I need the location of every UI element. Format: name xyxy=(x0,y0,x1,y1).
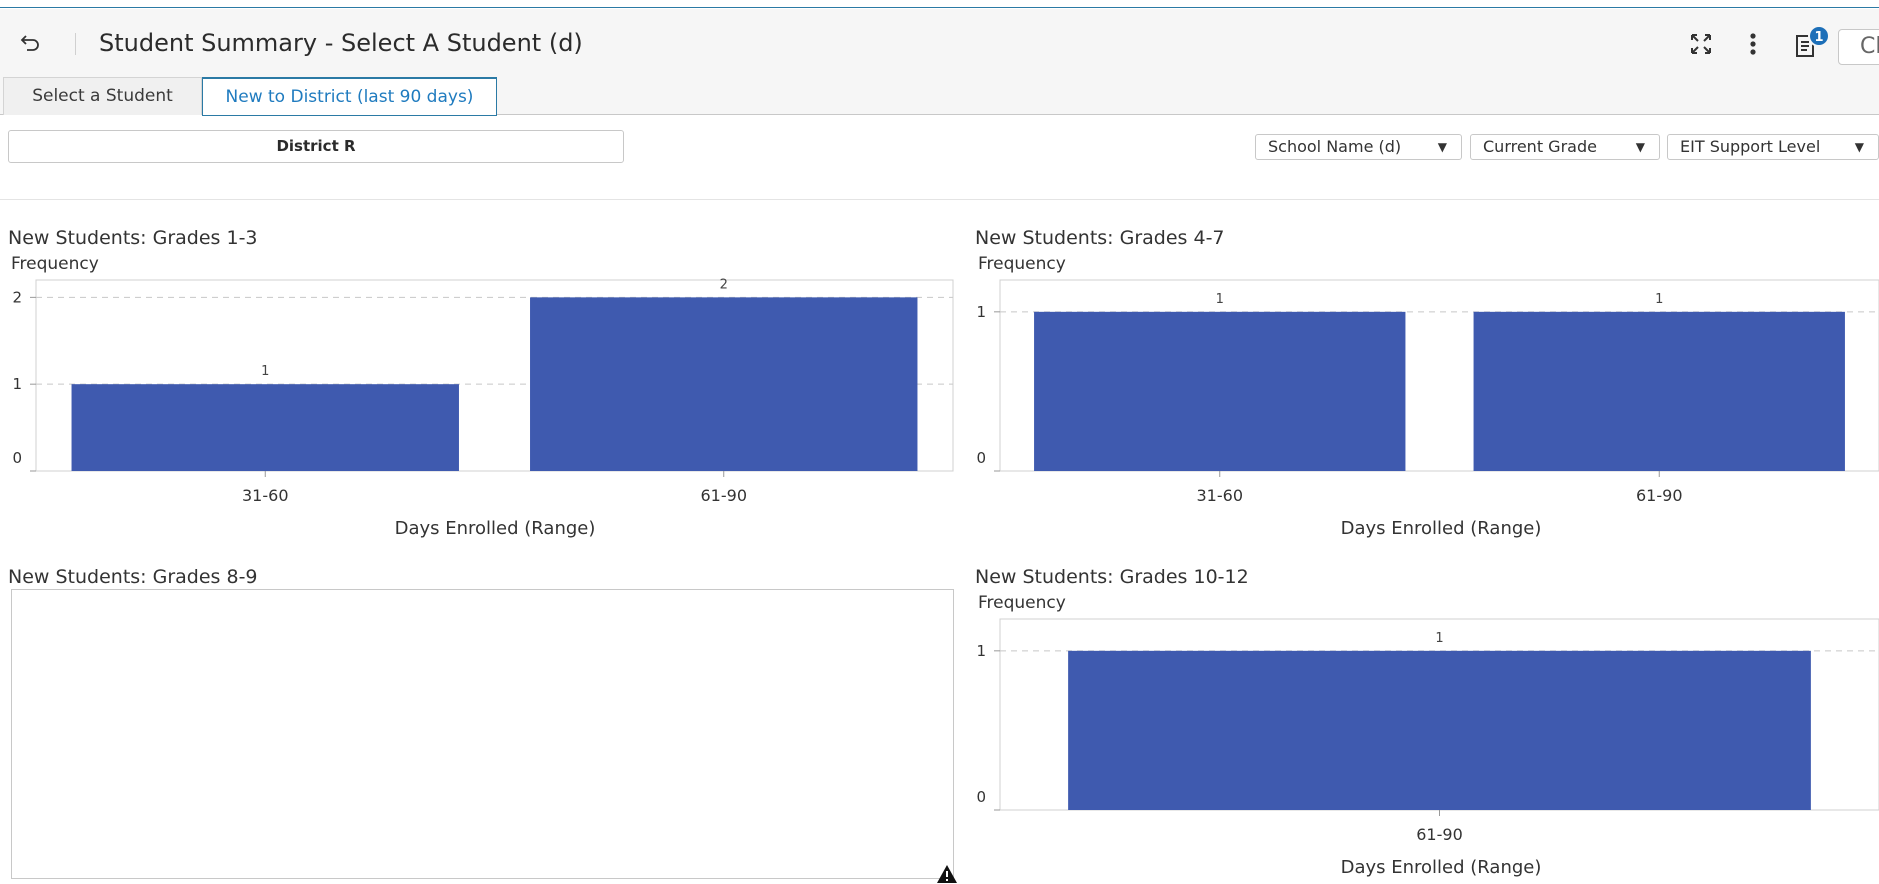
x-tick-label: 31-60 xyxy=(1197,486,1244,505)
y-tick-label: 0 xyxy=(976,449,986,467)
expand-icon xyxy=(1691,34,1711,54)
district-filter[interactable]: District R xyxy=(8,130,624,163)
y-tick-label: 0 xyxy=(12,449,22,467)
bar-chart-grades-4-7: 0 1 1 31-60 1 61-90 xyxy=(976,279,1879,505)
y-tick-label: 1 xyxy=(12,375,22,393)
tab-new-to-district[interactable]: New to District (last 90 days) xyxy=(202,77,497,116)
y-axis-label: Frequency xyxy=(978,593,1066,613)
bar xyxy=(1473,311,1845,471)
y-tick-label: 1 xyxy=(976,642,986,660)
top-border xyxy=(0,0,1879,8)
more-options-button[interactable] xyxy=(1740,31,1766,57)
y-axis-label: Frequency xyxy=(11,254,99,274)
data-label: 1 xyxy=(1655,292,1663,307)
bar xyxy=(1034,311,1406,471)
data-label: 1 xyxy=(1435,631,1443,646)
notification-badge: 1 xyxy=(1808,25,1830,47)
warning-icon[interactable] xyxy=(936,864,958,884)
x-tick-label: 61-90 xyxy=(1416,825,1463,844)
bar xyxy=(530,297,918,471)
school-name-dropdown[interactable]: School Name (d) ▼ xyxy=(1255,134,1462,160)
eit-support-level-dropdown[interactable]: EIT Support Level ▼ xyxy=(1667,134,1879,160)
caret-down-icon: ▼ xyxy=(1635,140,1645,154)
y-axis-label: Frequency xyxy=(978,254,1066,274)
data-label: 1 xyxy=(1216,292,1224,307)
undo-icon xyxy=(20,35,39,51)
current-grade-dropdown[interactable]: Current Grade ▼ xyxy=(1470,134,1660,160)
tab-bar: Select a Student New to District (last 9… xyxy=(0,77,1879,116)
maximize-button[interactable] xyxy=(1688,31,1714,57)
x-axis-label: Days Enrolled (Range) xyxy=(394,518,596,539)
bar xyxy=(71,384,459,471)
chart-title: New Students: Grades 10-12 xyxy=(975,566,1249,588)
section-divider xyxy=(0,199,1879,200)
chart-title: New Students: Grades 1-3 xyxy=(8,227,258,249)
bar xyxy=(1068,650,1811,810)
bar-chart-grades-1-3: 0 1 2 1 31-60 2 61-90 xyxy=(12,277,954,505)
bar-chart-grades-10-12: 0 1 1 61-90 xyxy=(976,618,1879,844)
close-button[interactable]: Close xyxy=(1838,29,1879,65)
caret-down-icon: ▼ xyxy=(1437,140,1447,154)
x-axis-label: Days Enrolled (Range) xyxy=(1340,857,1542,878)
caret-down-icon: ▼ xyxy=(1854,140,1864,154)
x-tick-label: 31-60 xyxy=(242,486,289,505)
y-tick-label: 0 xyxy=(976,788,986,806)
tab-select-a-student[interactable]: Select a Student xyxy=(3,77,202,115)
page-title: Student Summary - Select A Student (d) xyxy=(99,29,583,57)
chart-title: New Students: Grades 4-7 xyxy=(975,227,1225,249)
data-label: 2 xyxy=(720,277,728,292)
x-tick-label: 61-90 xyxy=(701,486,748,505)
header-separator xyxy=(75,33,76,55)
x-axis-label: Days Enrolled (Range) xyxy=(1340,518,1542,539)
report-header: Student Summary - Select A Student (d) 1… xyxy=(0,9,1879,77)
dropdown-label: Current Grade xyxy=(1483,137,1597,156)
back-button[interactable] xyxy=(18,31,42,55)
empty-chart-area xyxy=(11,589,954,879)
chart-title: New Students: Grades 8-9 xyxy=(8,566,258,588)
y-tick-label: 2 xyxy=(12,288,22,306)
y-tick-label: 1 xyxy=(976,303,986,321)
dropdown-label: School Name (d) xyxy=(1268,137,1402,156)
x-tick-label: 61-90 xyxy=(1636,486,1683,505)
more-vertical-icon xyxy=(1750,33,1756,55)
dropdown-label: EIT Support Level xyxy=(1680,137,1821,156)
data-label: 1 xyxy=(261,364,269,379)
